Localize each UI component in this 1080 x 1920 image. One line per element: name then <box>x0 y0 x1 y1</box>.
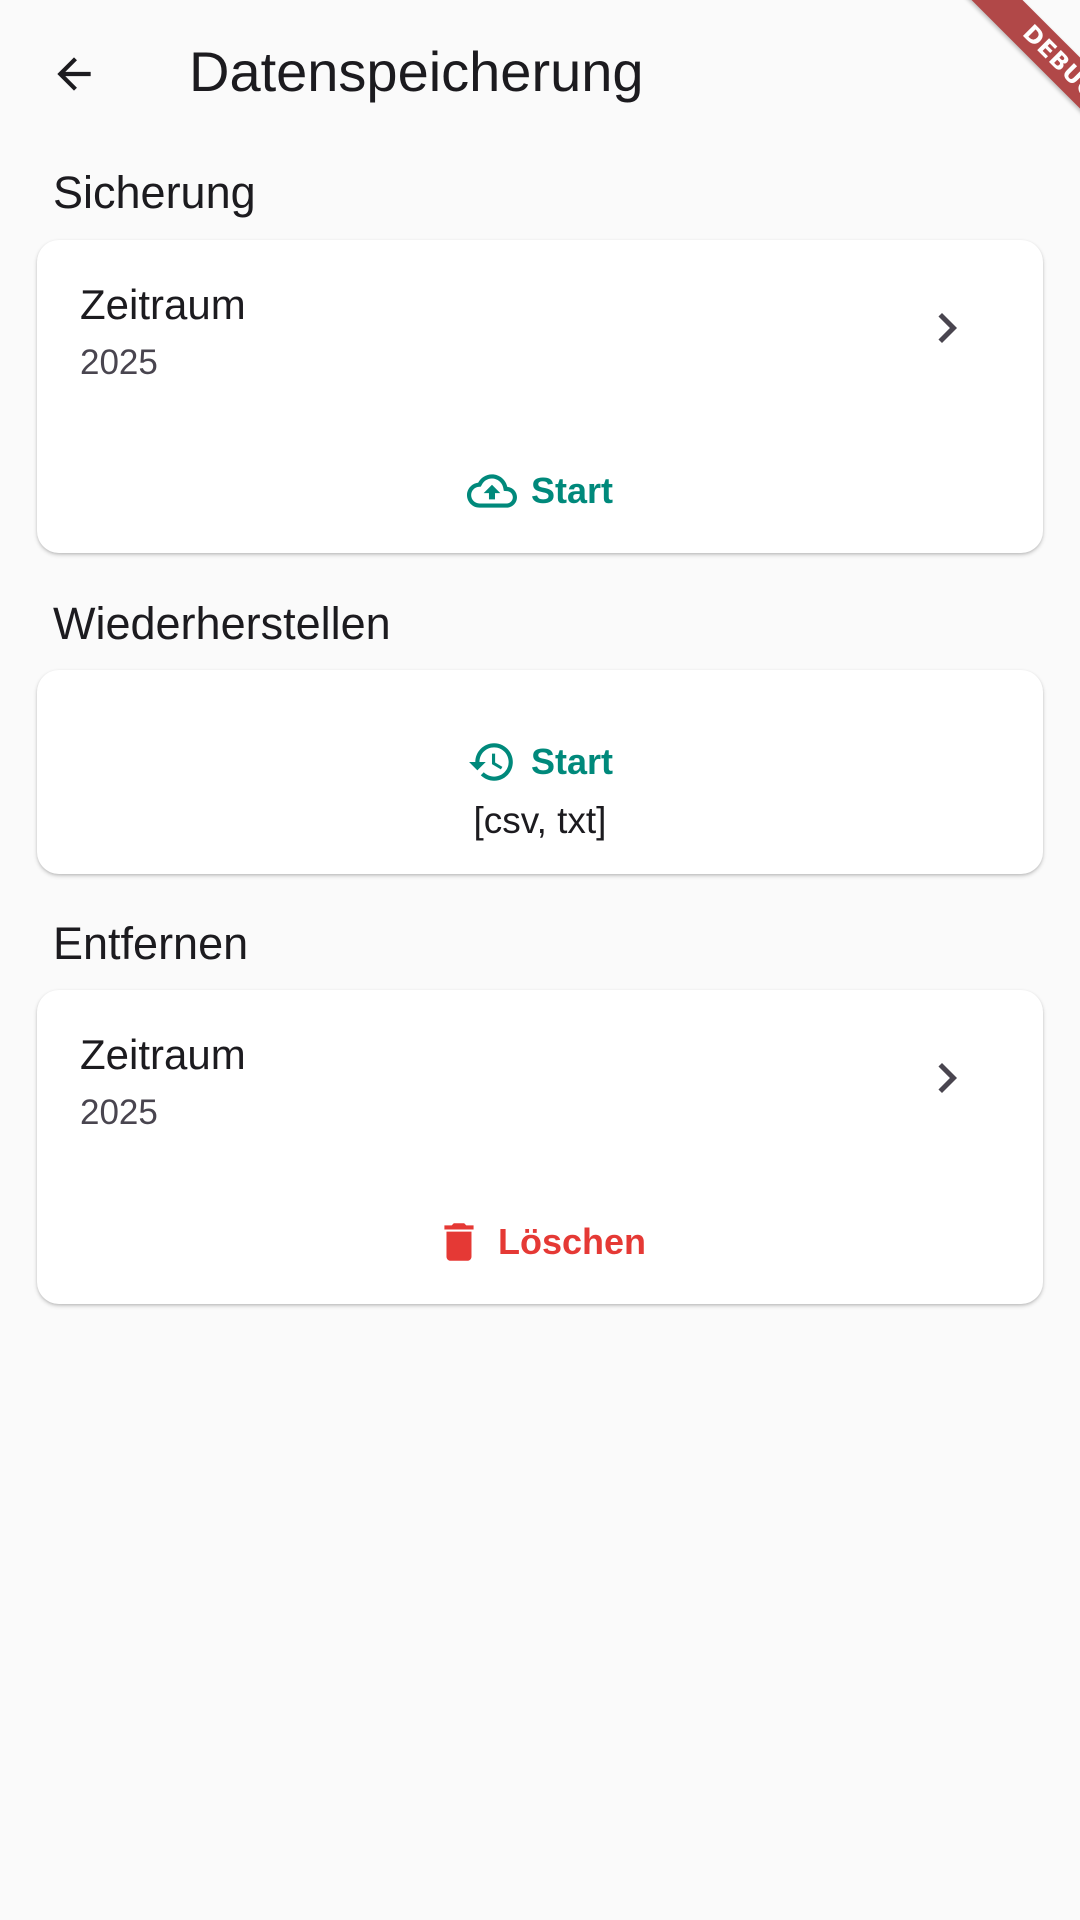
restore-card: Start [csv, txt] <box>37 670 1043 874</box>
backup-period-label: Zeitraum <box>80 281 246 328</box>
arrow-back-icon <box>57 57 91 91</box>
backup-card: Zeitraum 2025 Start <box>37 240 1043 553</box>
remove-delete-button[interactable]: Löschen <box>416 1212 664 1272</box>
backup-period-value: 2025 <box>80 343 158 382</box>
restore-start-label: Start <box>530 741 614 782</box>
remove-period-label: Zeitraum <box>80 1031 246 1078</box>
section-title-restore: Wiederherstellen <box>53 598 391 649</box>
section-title-backup: Sicherung <box>53 167 256 218</box>
remove-period-value: 2025 <box>80 1093 158 1132</box>
remove-card: Zeitraum 2025 Löschen <box>37 990 1043 1304</box>
section-title-remove: Entfernen <box>53 918 249 969</box>
backup-start-label: Start <box>530 470 614 511</box>
remove-delete-label: Löschen <box>497 1221 647 1262</box>
backup-period-row[interactable]: Zeitraum 2025 <box>37 240 1043 430</box>
backup-start-button[interactable]: Start <box>449 461 631 521</box>
page-title: Datenspeicherung <box>189 40 644 103</box>
chevron-right-icon <box>938 1063 957 1093</box>
cloud-upload-icon <box>466 466 517 516</box>
trash-icon <box>434 1217 484 1267</box>
remove-period-row[interactable]: Zeitraum 2025 <box>37 990 1043 1180</box>
restore-history-icon <box>467 737 517 787</box>
back-button[interactable] <box>37 37 111 111</box>
app-bar: Datenspeicherung <box>0 0 1080 147</box>
chevron-right-icon <box>938 313 957 343</box>
restore-formats-text: [csv, txt] <box>473 800 607 841</box>
restore-start-button[interactable]: Start <box>449 732 631 792</box>
